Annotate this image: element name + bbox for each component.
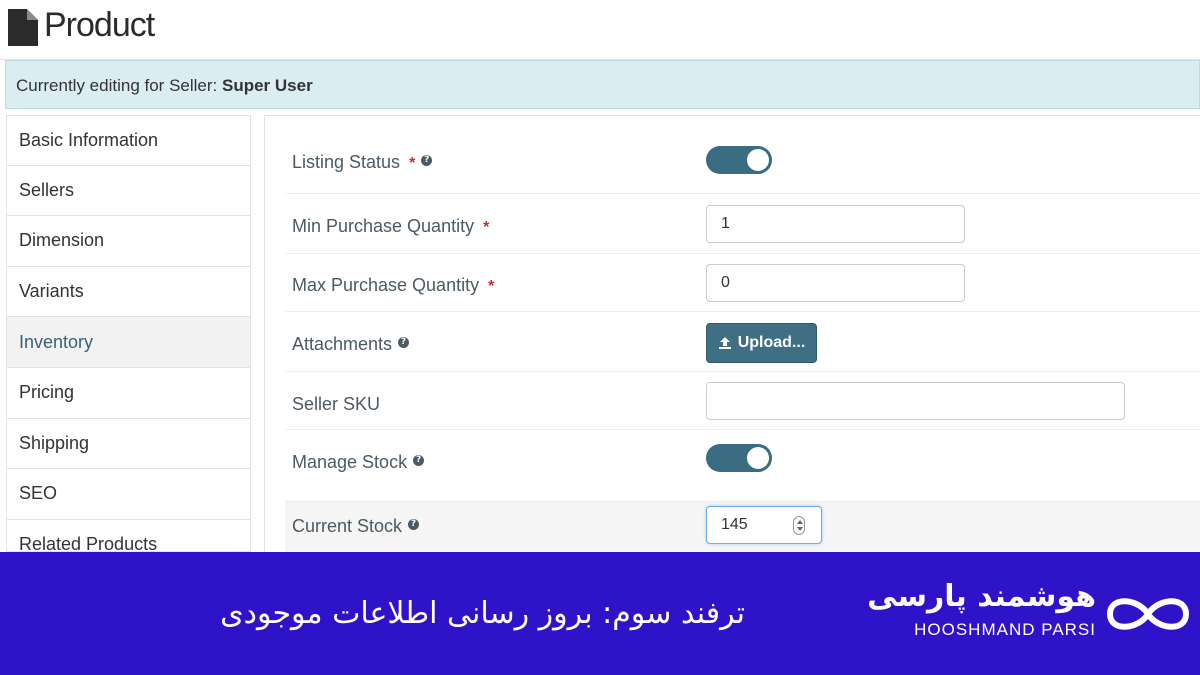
seller-name: Super User [222,76,313,95]
help-icon[interactable]: ? [408,519,420,530]
current-stock-label: Current Stock [292,516,403,536]
seller-sku-label: Seller SKU [292,394,381,414]
current-stock-value: 145 [721,516,748,533]
min-qty-label: Min Purchase Quantity [292,216,475,236]
inventory-form-panel: Listing Status *? Min Purchase Quantity * … [264,115,1200,552]
help-icon[interactable]: ? [421,155,433,166]
sidebar-item-variants[interactable]: Variants [7,267,250,318]
page-title: Product [44,6,155,44]
sidebar-item-shipping[interactable]: Shipping [7,419,250,470]
seller-sku-input[interactable] [706,382,1125,420]
listing-status-row: Listing Status *? [285,134,1200,194]
sidebar-item-seo[interactable]: SEO [7,469,250,520]
toggle-knob [747,447,769,469]
listing-status-label: Listing Status [292,152,401,172]
required-marker: * [488,278,495,295]
toggle-knob [747,149,769,171]
stepper-icon[interactable] [793,516,805,535]
seller-info-bar: Currently editing for Seller: Super User [5,60,1200,109]
promo-banner: ترفند سوم: بروز رسانی اطلاعات موجودی هوش… [0,552,1200,675]
upload-icon [718,337,731,349]
min-qty-row: Min Purchase Quantity * 1 [285,194,1200,254]
banner-caption: ترفند سوم: بروز رسانی اطلاعات موجودی [220,596,745,631]
sidebar-item-basic-information[interactable]: Basic Information [7,115,250,166]
manage-stock-label: Manage Stock [292,452,408,472]
product-sections-sidebar: Basic Information Sellers Dimension Vari… [6,115,251,552]
current-stock-input[interactable]: 145 [706,506,822,544]
page-header: Product [0,0,1200,60]
manage-stock-row: Manage Stock? [285,430,1200,502]
upload-button-label: Upload... [737,334,806,351]
sidebar-item-pricing[interactable]: Pricing [7,368,250,419]
upload-button[interactable]: Upload... [706,323,817,363]
attachments-label: Attachments [292,334,393,354]
listing-status-toggle[interactable] [706,146,772,174]
help-icon[interactable]: ? [413,455,425,466]
brand-logo-text: هوشمند پارسی HOOSHMAND PARSI [867,578,1096,640]
brand-name-persian: هوشمند پارسی [867,579,1096,614]
infinity-logo-icon [1107,598,1189,630]
required-marker: * [483,219,490,236]
document-icon [8,9,38,46]
seller-bar-prefix: Currently editing for Seller: [16,76,218,95]
sidebar-item-inventory[interactable]: Inventory [7,317,250,368]
seller-sku-row: Seller SKU [285,372,1200,430]
help-icon[interactable]: ? [398,337,410,348]
sidebar-item-related-products[interactable]: Related Products [7,520,250,551]
min-qty-input[interactable]: 1 [706,205,965,243]
required-marker: * [409,155,416,172]
max-qty-input[interactable]: 0 [706,264,965,302]
current-stock-row: Current Stock? 145 [285,502,1200,552]
manage-stock-toggle[interactable] [706,444,772,472]
brand-name-english: HOOSHMAND PARSI [914,620,1096,639]
max-qty-row: Max Purchase Quantity * 0 [285,254,1200,312]
sidebar-item-sellers[interactable]: Sellers [7,166,250,217]
sidebar-item-dimension[interactable]: Dimension [7,216,250,267]
max-qty-label: Max Purchase Quantity [292,275,480,295]
attachments-row: Attachments? Upload... [285,312,1200,372]
